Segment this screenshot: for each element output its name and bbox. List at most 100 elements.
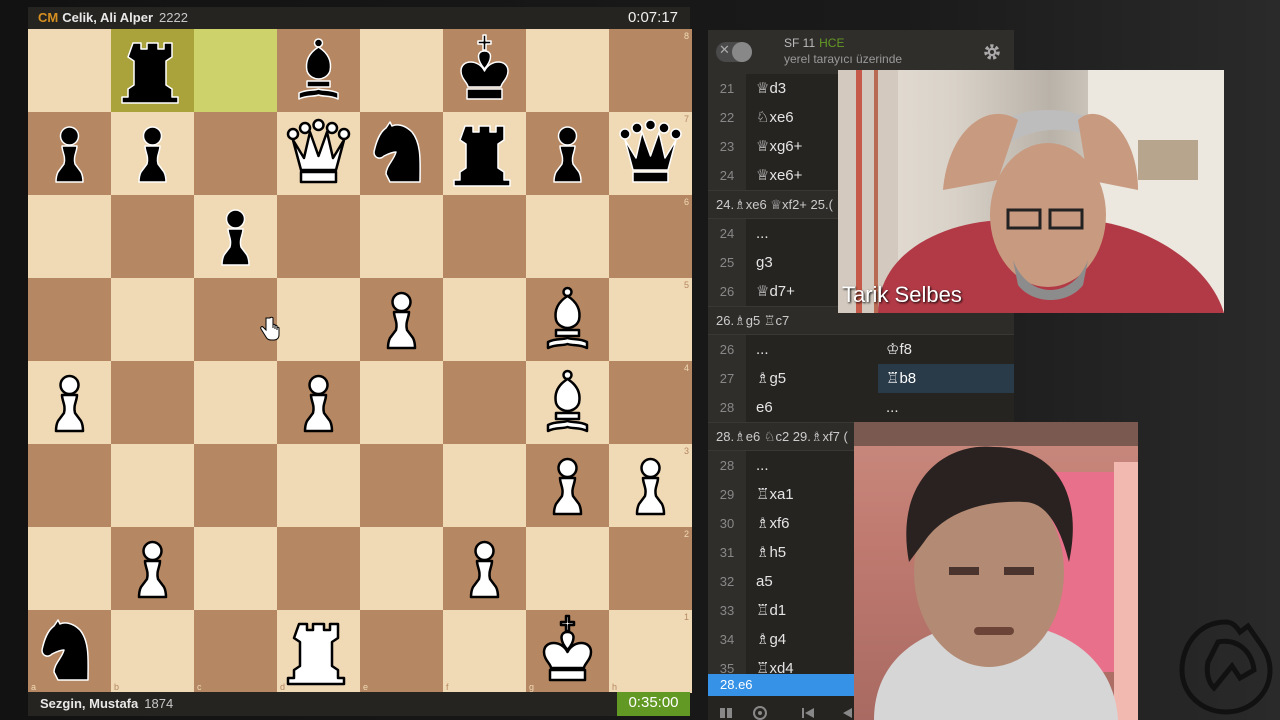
black-move[interactable]: ♔f8 <box>878 335 1014 364</box>
square-e7[interactable] <box>360 112 443 195</box>
square-e5[interactable] <box>360 278 443 361</box>
square-a3[interactable] <box>28 444 111 527</box>
square-a5[interactable] <box>28 278 111 361</box>
square-g6[interactable] <box>526 195 609 278</box>
target-icon[interactable] <box>752 706 768 720</box>
white-move[interactable]: ♗g5 <box>756 364 786 393</box>
black-knight-icon[interactable] <box>28 610 111 693</box>
square-d2[interactable] <box>277 527 360 610</box>
book-icon[interactable] <box>718 706 734 720</box>
white-pawn-icon[interactable] <box>28 361 111 444</box>
square-a7[interactable] <box>28 112 111 195</box>
square-c1[interactable]: c <box>194 610 277 693</box>
square-g8[interactable] <box>526 29 609 112</box>
white-move[interactable]: ♗xf6 <box>756 509 789 538</box>
square-h5[interactable]: 5 <box>609 278 692 361</box>
white-move[interactable]: ... <box>756 219 769 248</box>
square-h2[interactable]: 2 <box>609 527 692 610</box>
square-g1[interactable]: g <box>526 610 609 693</box>
white-bishop-icon[interactable] <box>526 361 609 444</box>
black-rook-icon[interactable] <box>443 112 526 195</box>
square-b4[interactable] <box>111 361 194 444</box>
black-pawn-icon[interactable] <box>28 112 111 195</box>
square-g3[interactable] <box>526 444 609 527</box>
white-move[interactable]: ♕d3 <box>756 74 786 103</box>
square-h4[interactable]: 4 <box>609 361 692 444</box>
black-rook-icon[interactable] <box>111 29 194 112</box>
black-move-active[interactable]: ♖b8 <box>878 364 1014 393</box>
square-a8[interactable] <box>28 29 111 112</box>
white-move[interactable]: ♕d7+ <box>756 277 795 306</box>
square-f8[interactable] <box>443 29 526 112</box>
bottom-player-name[interactable]: Sezgin, Mustafa <box>40 696 138 711</box>
white-move[interactable]: ♗g4 <box>756 625 786 654</box>
square-f5[interactable] <box>443 278 526 361</box>
square-g4[interactable] <box>526 361 609 444</box>
white-pawn-icon[interactable] <box>360 278 443 361</box>
white-move[interactable]: ... <box>756 451 769 480</box>
square-e3[interactable] <box>360 444 443 527</box>
square-e8[interactable] <box>360 29 443 112</box>
white-bishop-icon[interactable] <box>526 278 609 361</box>
square-d4[interactable] <box>277 361 360 444</box>
square-f6[interactable] <box>443 195 526 278</box>
black-knight-icon[interactable] <box>360 112 443 195</box>
square-c7[interactable] <box>194 112 277 195</box>
square-d1[interactable]: d <box>277 610 360 693</box>
white-king-icon[interactable] <box>526 610 609 693</box>
square-b1[interactable]: b <box>111 610 194 693</box>
white-queen-icon[interactable] <box>277 112 360 195</box>
white-move[interactable]: ♕xg6+ <box>756 132 802 161</box>
chess-board[interactable]: 8765432abcdefg1h <box>28 29 692 693</box>
black-queen-icon[interactable] <box>609 112 692 195</box>
gear-icon[interactable] <box>982 42 1002 62</box>
white-move[interactable]: ♖d1 <box>756 596 786 625</box>
square-h7[interactable]: 7 <box>609 112 692 195</box>
square-f3[interactable] <box>443 444 526 527</box>
square-d5[interactable] <box>277 278 360 361</box>
square-g5[interactable] <box>526 278 609 361</box>
black-pawn-icon[interactable] <box>526 112 609 195</box>
square-h1[interactable]: 1h <box>609 610 692 693</box>
square-a2[interactable] <box>28 527 111 610</box>
square-f7[interactable] <box>443 112 526 195</box>
white-move[interactable]: g3 <box>756 248 773 277</box>
square-f2[interactable] <box>443 527 526 610</box>
square-g7[interactable] <box>526 112 609 195</box>
square-d3[interactable] <box>277 444 360 527</box>
square-e1[interactable]: e <box>360 610 443 693</box>
white-move[interactable]: ♘xe6 <box>756 103 794 132</box>
top-player-name[interactable]: Celik, Ali Alper <box>62 10 153 25</box>
square-b6[interactable] <box>111 195 194 278</box>
black-pawn-icon[interactable] <box>194 195 277 278</box>
square-d8[interactable] <box>277 29 360 112</box>
square-c6[interactable] <box>194 195 277 278</box>
square-a6[interactable] <box>28 195 111 278</box>
white-pawn-icon[interactable] <box>111 527 194 610</box>
square-e6[interactable] <box>360 195 443 278</box>
square-f1[interactable]: f <box>443 610 526 693</box>
white-move[interactable]: ... <box>756 335 769 364</box>
square-c8[interactable] <box>194 29 277 112</box>
square-b8[interactable] <box>111 29 194 112</box>
square-d7[interactable] <box>277 112 360 195</box>
white-move[interactable]: e6 <box>756 393 773 422</box>
white-move[interactable]: ♖xa1 <box>756 480 794 509</box>
first-move-icon[interactable] <box>800 706 816 720</box>
square-b2[interactable] <box>111 527 194 610</box>
square-b5[interactable] <box>111 278 194 361</box>
white-pawn-icon[interactable] <box>526 444 609 527</box>
square-h8[interactable]: 8 <box>609 29 692 112</box>
square-c4[interactable] <box>194 361 277 444</box>
square-b7[interactable] <box>111 112 194 195</box>
square-c2[interactable] <box>194 527 277 610</box>
square-h6[interactable]: 6 <box>609 195 692 278</box>
square-c3[interactable] <box>194 444 277 527</box>
white-move[interactable]: ♕xe6+ <box>756 161 802 190</box>
black-move[interactable]: ... <box>878 393 1014 422</box>
white-move[interactable]: a5 <box>756 567 773 596</box>
square-e2[interactable] <box>360 527 443 610</box>
white-pawn-icon[interactable] <box>609 444 692 527</box>
square-e4[interactable] <box>360 361 443 444</box>
square-b3[interactable] <box>111 444 194 527</box>
